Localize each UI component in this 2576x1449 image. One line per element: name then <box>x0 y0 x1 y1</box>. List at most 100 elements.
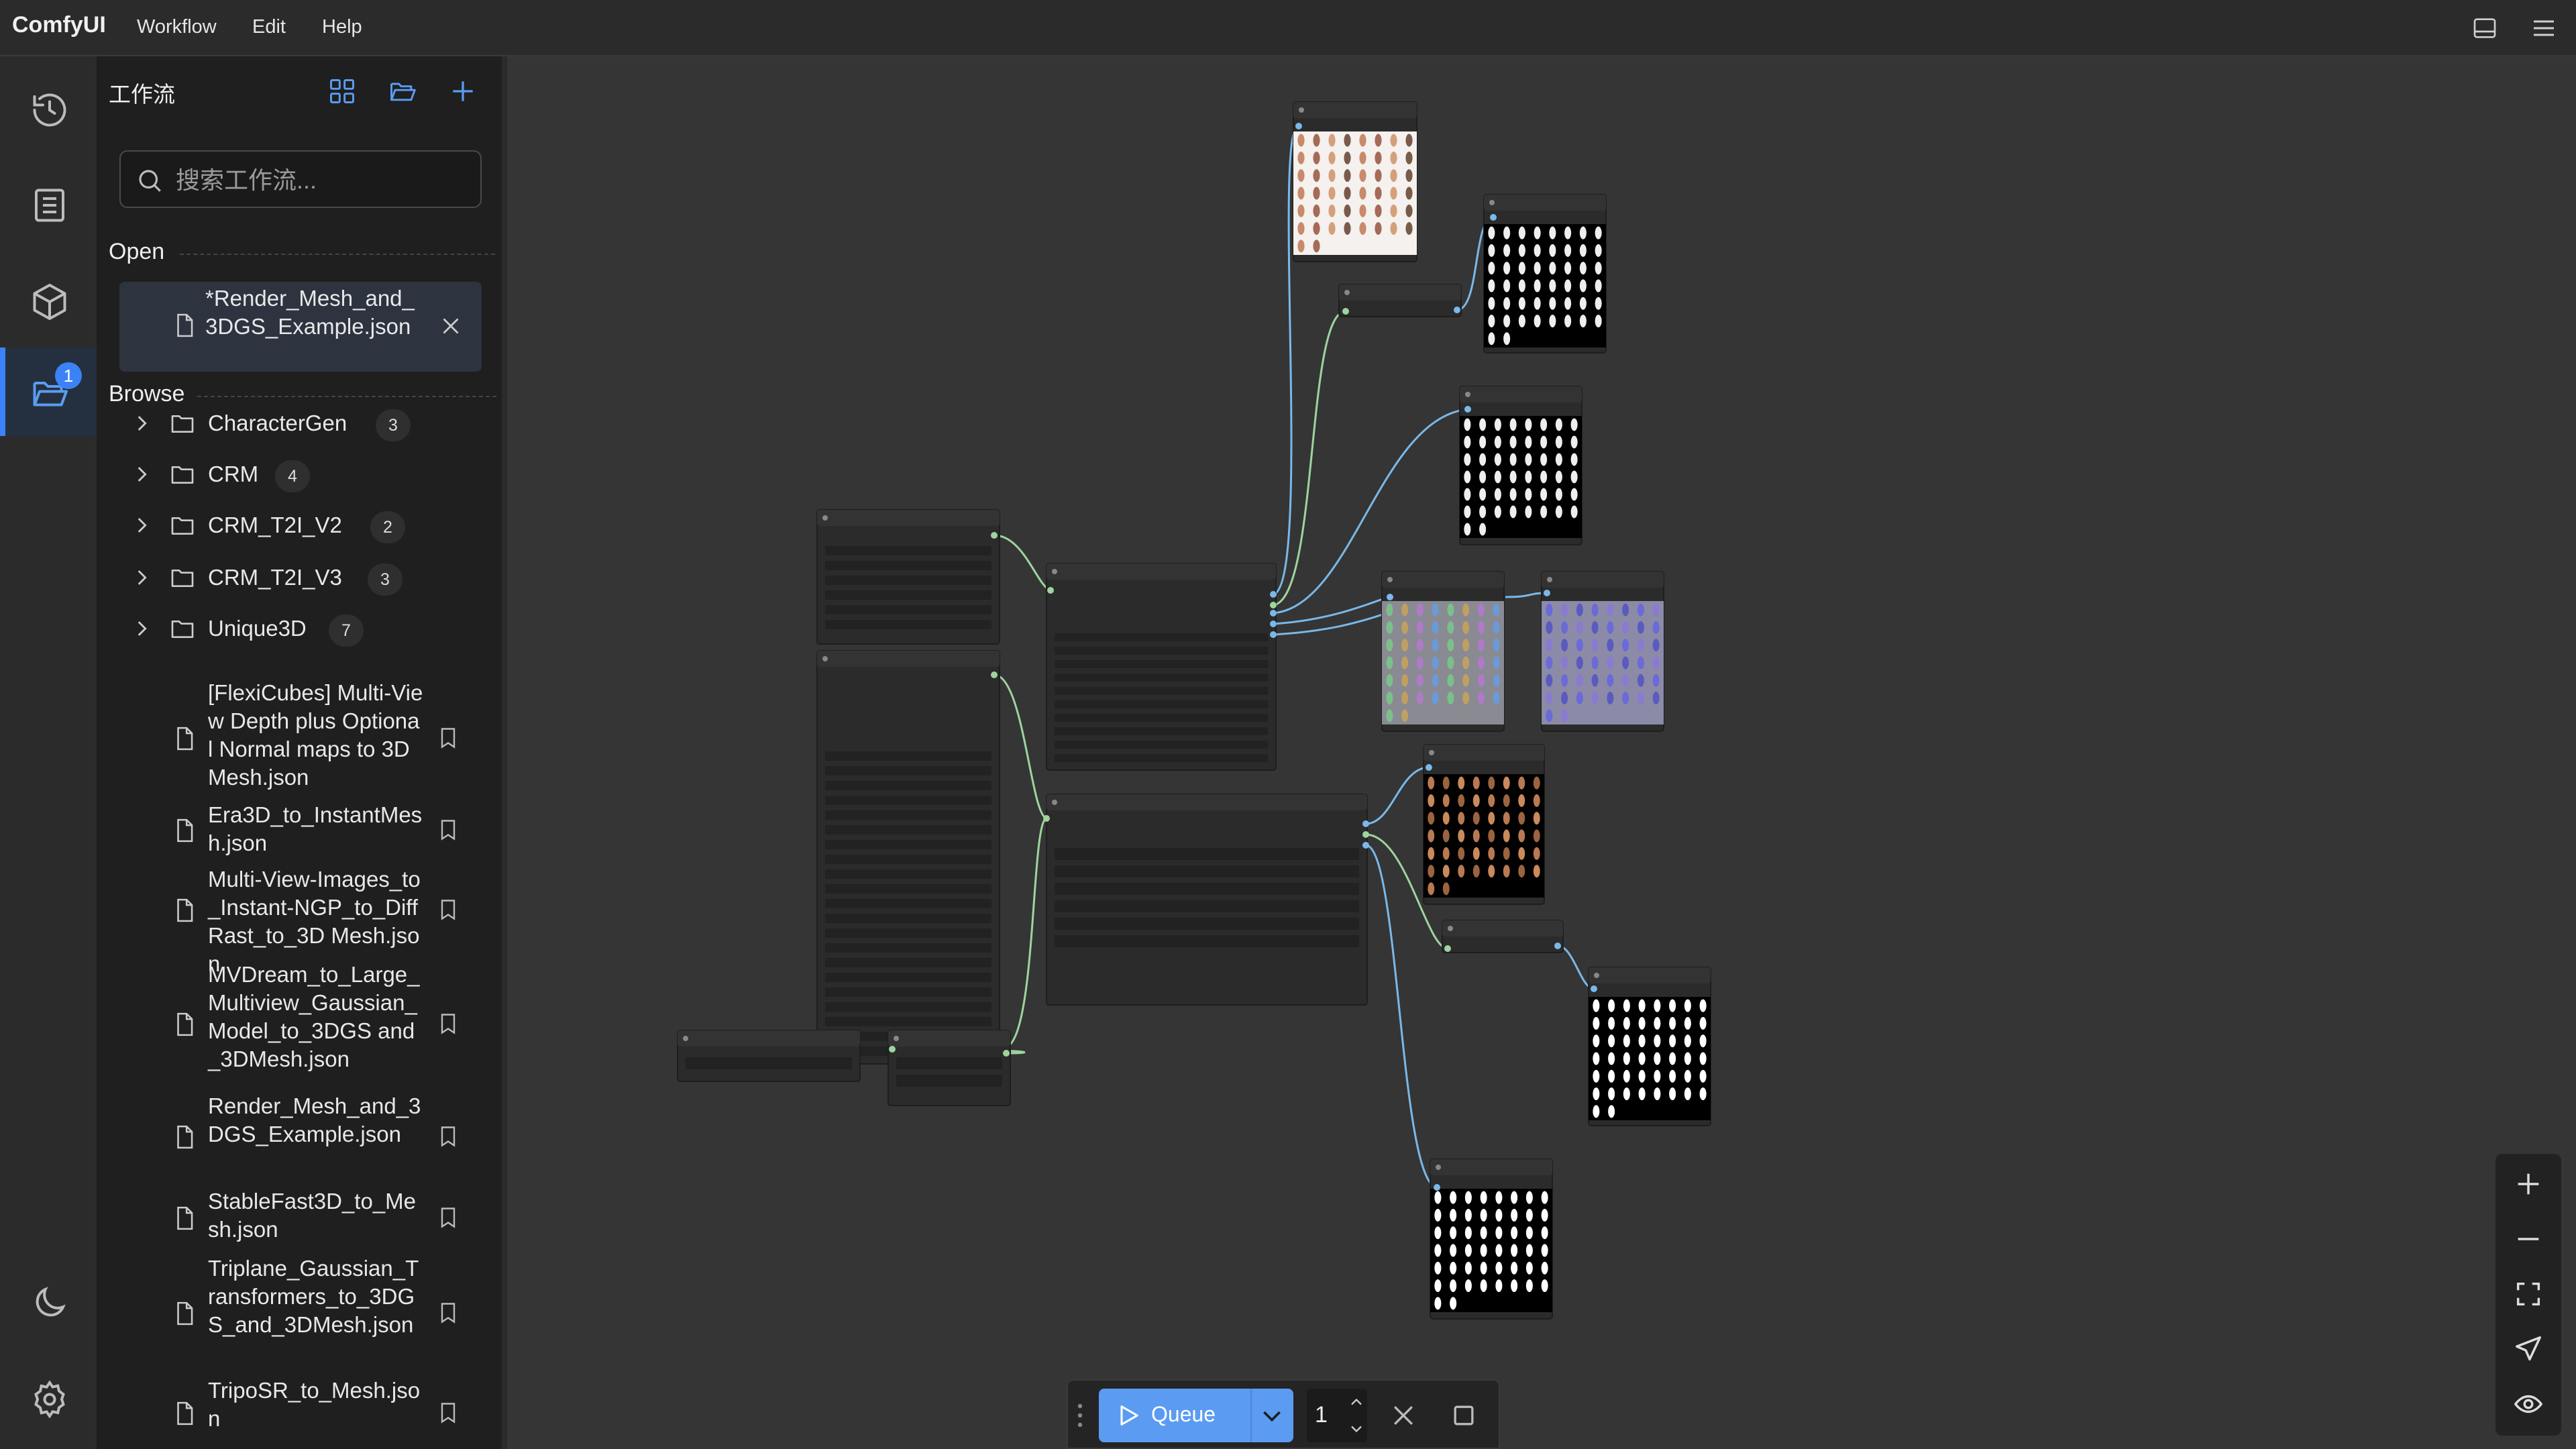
thumbnail-figure <box>1576 656 1583 669</box>
thumbnail-figure <box>1462 656 1470 669</box>
stop-icon[interactable] <box>1449 1401 1479 1430</box>
preview-image-color <box>1382 601 1504 724</box>
node-widget-row <box>825 810 991 820</box>
search-input[interactable] <box>174 161 472 200</box>
node-title-bar <box>1442 920 1563 936</box>
drag-handle-icon[interactable] <box>1073 1401 1087 1430</box>
new-workflow-icon[interactable] <box>448 76 478 106</box>
cancel-icon[interactable] <box>1389 1401 1418 1430</box>
chevron-down-icon[interactable] <box>1258 1402 1285 1429</box>
folder-item[interactable]: CRM 4 <box>97 451 499 498</box>
hamburger-menu-icon[interactable] <box>2530 15 2557 42</box>
thumbnail-figure <box>1434 1261 1442 1275</box>
thumbnail-figure <box>1405 204 1413 217</box>
thumbnail-figure <box>1464 523 1471 536</box>
sidebar-item-history[interactable] <box>0 64 97 153</box>
open-workflow-icon[interactable] <box>388 76 417 106</box>
node-widget-row <box>825 840 991 849</box>
menu-workflow[interactable]: Workflow <box>137 16 217 38</box>
thumbnail-figure <box>1652 621 1660 634</box>
thumbnail-figure <box>1328 133 1336 147</box>
chevron-right-icon <box>138 518 147 533</box>
queue-button[interactable]: Queue <box>1099 1389 1293 1442</box>
thumbnail-figure <box>1375 169 1382 182</box>
sidebar-item-model-library[interactable] <box>0 256 97 345</box>
thumbnail-figure <box>1503 776 1510 790</box>
thumbnail-figure <box>1591 603 1599 616</box>
increment-icon[interactable] <box>1347 1393 1366 1411</box>
thumbnail-figure <box>1477 621 1485 634</box>
workflow-file-item[interactable]: [FlexiCubes] Multi-View Depth plus Optio… <box>97 679 499 798</box>
close-icon[interactable] <box>439 314 463 338</box>
folder-item[interactable]: CRM_T2I_V3 3 <box>97 554 499 601</box>
thumbnail-figure <box>1699 999 1707 1012</box>
folder-icon <box>171 570 194 587</box>
thumbnail-figure <box>1428 829 1435 843</box>
fit-view-icon[interactable] <box>2513 1279 2544 1309</box>
thumbnail-figure <box>1576 603 1583 616</box>
node-widget-row <box>825 869 991 879</box>
folder-item[interactable]: Unique3D 7 <box>97 605 499 652</box>
workflow-file-item[interactable]: MVDream_to_Large_Multiview_Gaussian_Mode… <box>97 961 499 1088</box>
bookmark-icon[interactable] <box>436 898 460 922</box>
menu-edit[interactable]: Edit <box>252 16 286 38</box>
thumbnail-figure <box>1511 1279 1518 1293</box>
thumbnail-figure <box>1669 1034 1676 1048</box>
thumbnail-figure <box>1464 1208 1472 1222</box>
zoom-in-icon[interactable] <box>2513 1169 2544 1199</box>
bookmark-icon[interactable] <box>436 726 460 750</box>
thumbnail-figure <box>1534 297 1541 310</box>
decrement-icon[interactable] <box>1347 1419 1366 1438</box>
sidebar-item-theme[interactable] <box>0 1257 97 1346</box>
thumbnail-figure <box>1684 1034 1691 1048</box>
browse-templates-icon[interactable] <box>327 76 357 106</box>
bookmark-icon[interactable] <box>436 1301 460 1325</box>
toggle-bottom-panel-icon[interactable] <box>2471 15 2498 42</box>
node-socket <box>1454 307 1460 313</box>
workflow-file-item[interactable]: TripoSR_to_Mesh.json <box>97 1377 499 1449</box>
thumbnail-figure <box>1591 621 1599 634</box>
bookmark-icon[interactable] <box>436 1012 460 1036</box>
thumbnail-figure <box>1623 1087 1630 1101</box>
node-collapse-dot <box>1594 973 1599 978</box>
workflow-file-item[interactable]: StableFast3D_to_Mesh.json <box>97 1187 499 1249</box>
folder-item[interactable]: CRM_T2I_V2 2 <box>97 502 499 549</box>
thumbnail-figure <box>1518 262 1525 275</box>
workflow-file-name: Triplane_Gaussian_Transformers_to_3DGS_a… <box>208 1256 419 1337</box>
node-widget-row <box>825 914 991 923</box>
workflow-file-item[interactable]: Render_Mesh_and_3DGS_Example.json <box>97 1092 499 1182</box>
thumbnail-figure <box>1546 639 1553 652</box>
folder-item[interactable]: CharacterGen 3 <box>97 400 499 447</box>
zoom-out-icon[interactable] <box>2513 1224 2544 1254</box>
divider <box>180 254 495 255</box>
thumbnail-figure <box>1442 882 1450 896</box>
thumbnail-figure <box>1564 297 1572 310</box>
menu-help[interactable]: Help <box>322 16 362 38</box>
thumbnail-figure <box>1390 169 1397 182</box>
folder-count-badge: 3 <box>376 409 411 441</box>
workflow-file-item[interactable]: Triplane_Gaussian_Transformers_to_3DGS_a… <box>97 1254 499 1373</box>
sidebar-item-settings[interactable] <box>0 1354 97 1442</box>
select-mode-icon[interactable] <box>2513 1334 2544 1364</box>
node-graph-canvas[interactable] <box>507 56 2576 1449</box>
workflow-file-item[interactable]: Era3D_to_InstantMesh.json <box>97 801 499 860</box>
bookmark-icon[interactable] <box>436 818 460 842</box>
thumbnail-figure <box>1525 1226 1533 1240</box>
open-workflow-item[interactable]: *Render_Mesh_and_3DGS_Example.json <box>119 282 482 372</box>
sidebar-item-queue[interactable] <box>0 160 97 248</box>
chevron-right-icon <box>138 416 147 431</box>
bookmark-icon[interactable] <box>436 1124 460 1148</box>
workflow-file-item[interactable]: Multi-View-Images_to_Instant-NGP_to_Diff… <box>97 865 499 976</box>
batch-count-input[interactable]: 1 <box>1307 1389 1367 1442</box>
thumbnail-figure <box>1447 656 1454 669</box>
thumbnail-figure <box>1570 453 1578 466</box>
sidebar-item-workflows[interactable]: 1 <box>0 347 97 436</box>
toggle-links-icon[interactable] <box>2513 1389 2544 1419</box>
workflow-search[interactable] <box>119 150 482 208</box>
bookmark-icon[interactable] <box>436 1401 460 1425</box>
bookmark-icon[interactable] <box>436 1205 460 1230</box>
thumbnail-figure <box>1669 1087 1676 1101</box>
thumbnail-figure <box>1652 603 1660 616</box>
open-workflow-label: *Render_Mesh_and_3DGS_Example.json <box>205 286 415 339</box>
node-title-bar <box>678 1030 860 1046</box>
